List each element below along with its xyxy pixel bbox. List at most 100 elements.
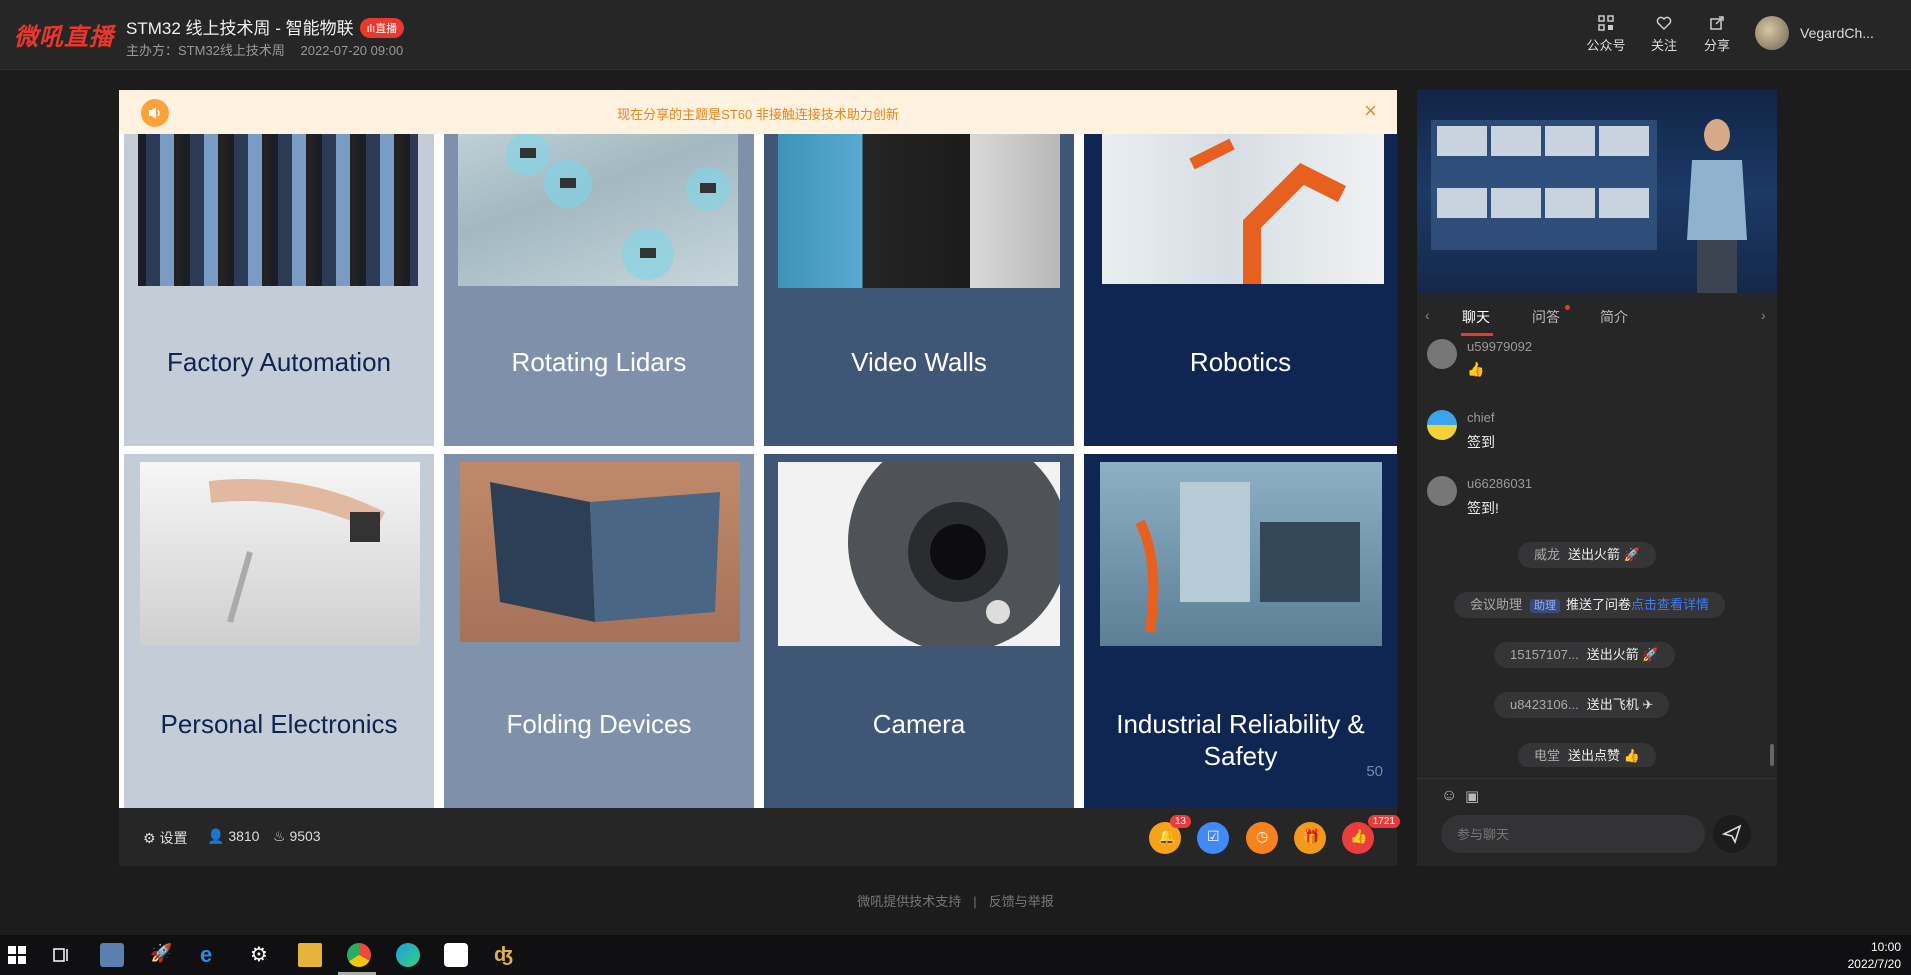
clipboard-icon: ☑ — [1207, 828, 1220, 844]
tile-label: Factory Automation — [167, 347, 391, 377]
viewer-count-value: 3810 — [228, 828, 260, 844]
scrollbar-thumb[interactable] — [1770, 744, 1774, 766]
file-explorer-icon[interactable] — [298, 943, 322, 967]
heat-count-value: 9503 — [289, 828, 321, 844]
gift-action: 送出火箭 — [1568, 547, 1621, 562]
app-icon[interactable]: ʤ — [494, 943, 518, 967]
tab-chat[interactable]: 聊天 — [1462, 307, 1490, 327]
gift-action: 送出飞机 — [1586, 697, 1639, 712]
share-icon — [1710, 16, 1724, 30]
emoji-icon[interactable]: ☺ — [1441, 787, 1457, 805]
avatar — [1427, 339, 1457, 369]
settings-gear-icon[interactable]: ⚙ — [250, 943, 274, 967]
gift-sender: 电堂 — [1534, 748, 1561, 763]
settings-button[interactable]: ⚙ 设置 — [143, 828, 187, 848]
tile-label: Industrial Reliability & Safety — [1116, 709, 1365, 771]
username[interactable]: VegardCh... — [1800, 25, 1874, 41]
video-frame — [1431, 119, 1747, 293]
clock-date: 2022/7/20 — [1847, 957, 1901, 971]
rocket-icon: 🚀 — [1623, 547, 1640, 562]
questionnaire-action: 推送了问卷 — [1566, 597, 1632, 612]
slide: Factory Automation Rotating Lidars Video… — [119, 134, 1397, 808]
notice-bar: 现在分享的主题是ST60 非接触连接技术助力创新 × — [119, 90, 1397, 134]
notification-button[interactable]: 🔔 13 — [1149, 815, 1191, 854]
calculator-icon[interactable] — [100, 943, 124, 967]
send-button[interactable] — [1713, 815, 1751, 853]
rocket-app-icon[interactable]: 🚀 — [150, 943, 174, 967]
chat-input[interactable] — [1441, 815, 1705, 853]
footer-separator: | — [973, 894, 977, 909]
tab-intro[interactable]: 简介 — [1600, 307, 1628, 327]
live-badge: ılı直播 — [359, 18, 405, 38]
ie-browser-icon[interactable]: e — [200, 943, 224, 967]
message-author: u66286031 — [1467, 476, 1533, 491]
bell-icon: 🔔 — [1158, 828, 1176, 844]
timer-button[interactable]: ◷ — [1246, 822, 1278, 854]
windows-start-icon[interactable] — [5, 943, 29, 967]
assistant-tag: 助理 — [1530, 599, 1561, 613]
tile-factory-automation: Factory Automation — [124, 134, 434, 446]
message-text: 👍 — [1467, 361, 1485, 377]
share-label: 分享 — [1703, 38, 1730, 53]
avatar — [1427, 476, 1457, 506]
like-gift-icon: 👍 — [1623, 748, 1640, 763]
tile-label: Robotics — [1189, 347, 1292, 377]
task-view-icon[interactable] — [50, 943, 74, 967]
message-text: 签到 — [1467, 434, 1495, 450]
questionnaire-notice: 会议助理 助理 推送了问卷点击查看详情 — [1454, 592, 1726, 618]
organizer: 主办方：STM32线上技术周 — [126, 43, 285, 58]
chat-message: u59979092 👍 — [1427, 339, 1757, 389]
robot-arm-graphic — [1189, 138, 1347, 284]
chrome-icon[interactable] — [347, 943, 371, 967]
chat-tabs: ‹ 聊天 问答 简介 › — [1417, 293, 1777, 337]
thumbs-up-icon: 👍 — [1350, 828, 1368, 844]
active-tab-indicator — [1461, 333, 1493, 336]
notification-badge: 13 — [1169, 815, 1191, 828]
share-button[interactable]: 分享 — [1691, 14, 1743, 54]
chat-message: chief 签到 — [1427, 410, 1757, 460]
heart-icon — [1656, 16, 1672, 31]
chevron-left-icon[interactable]: ‹ — [1425, 307, 1430, 323]
camera-lens-graphic — [848, 454, 1068, 652]
page-title: STM32 线上技术周 - 智能物联 ılı直播 — [126, 14, 405, 39]
chat-messages[interactable]: u59979092 👍 chief 签到 u66286031 签到! 威龙 送出火… — [1417, 337, 1777, 767]
avatar — [1427, 410, 1457, 440]
questionnaire-button[interactable]: ☑ — [1197, 822, 1229, 854]
system-clock[interactable]: 10:00 2022/7/20 — [1848, 939, 1901, 973]
wearable-image — [140, 462, 420, 646]
chevron-right-icon[interactable]: › — [1761, 307, 1766, 323]
foxit-icon[interactable] — [444, 943, 468, 967]
wechat-account-button[interactable]: 公众号 — [1580, 14, 1632, 54]
tile-industrial-reliability: Industrial Reliability & Safety 50 — [1084, 454, 1397, 808]
gift-notice: u8423106... 送出飞机 ✈ — [1494, 692, 1670, 718]
follow-button[interactable]: 关注 — [1638, 14, 1690, 54]
image-upload-icon[interactable]: ▣ — [1465, 787, 1479, 805]
user-avatar[interactable] — [1755, 16, 1789, 50]
clock-icon: ◷ — [1256, 828, 1269, 844]
like-button[interactable]: 👍 1721 — [1342, 815, 1400, 854]
follow-label: 关注 — [1650, 38, 1677, 53]
gift-button[interactable]: 🎁 — [1294, 822, 1326, 854]
report-link[interactable]: 反馈与举报 — [989, 894, 1054, 909]
view-details-link[interactable]: 点击查看详情 — [1631, 597, 1709, 612]
tile-label: Camera — [872, 709, 966, 739]
brand-logo[interactable]: 微吼直播 — [14, 17, 114, 52]
top-bar: 微吼直播 STM32 线上技术周 - 智能物联 ılı直播 主办方：STM32线上… — [0, 0, 1911, 70]
tile-label: Rotating Lidars — [511, 347, 687, 377]
flame-icon: ♨ — [273, 828, 286, 844]
edge-icon[interactable] — [396, 943, 420, 967]
clock-time: 10:00 — [1870, 940, 1901, 954]
folding-phone-graphic — [490, 482, 720, 622]
close-icon[interactable]: × — [1364, 98, 1377, 124]
live-badge-label: 直播 — [375, 23, 398, 35]
speaker-video[interactable] — [1417, 90, 1777, 293]
settings-label: 设置 — [159, 830, 188, 846]
tech-support-link[interactable]: 微吼提供技术支持 — [857, 894, 961, 909]
tile-folding-devices: Folding Devices — [444, 454, 754, 808]
industrial-image — [1100, 462, 1382, 646]
robot-arm-image — [1102, 134, 1384, 284]
gift-action: 送出火箭 — [1586, 647, 1639, 662]
user-icon: 👤 — [207, 828, 225, 844]
tab-qa[interactable]: 问答 — [1532, 307, 1560, 327]
gift-action: 送出点赞 — [1568, 748, 1621, 763]
